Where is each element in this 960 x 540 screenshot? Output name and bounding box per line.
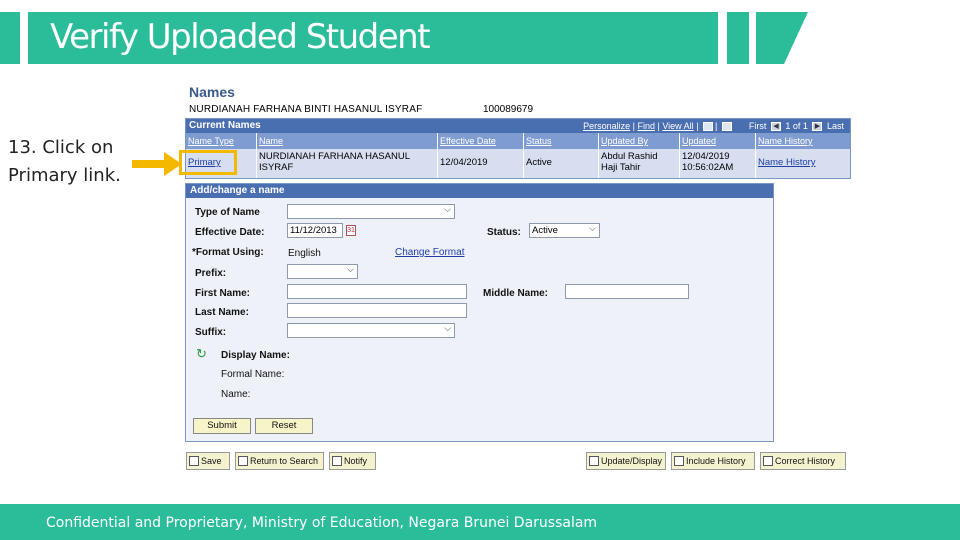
page-title: Names	[189, 84, 235, 100]
current-names-grid: Current Names Personalize | Find | View …	[185, 118, 851, 179]
col-name[interactable]: Name	[257, 133, 438, 149]
prefix-label: Prefix:	[195, 268, 227, 279]
effective-date-label: Effective Date:	[195, 227, 265, 238]
name-label: Name:	[221, 389, 251, 400]
change-format-link[interactable]: Change Format	[395, 247, 464, 258]
col-updated[interactable]: Updated	[680, 133, 756, 149]
correct-history-icon	[763, 455, 773, 466]
instruction-line: Primary link.	[8, 165, 121, 186]
update-icon	[589, 455, 599, 466]
type-of-name-select[interactable]	[287, 203, 455, 219]
update-display-button[interactable]: Update/Display	[586, 452, 666, 470]
cell-updated-by: Abdul Rashid Haji Tahir	[599, 149, 680, 178]
notify-icon	[332, 455, 342, 466]
history-icon	[674, 455, 684, 466]
cell-updated-by-line: Abdul Rashid	[601, 151, 658, 162]
calendar-icon[interactable]: 31	[346, 225, 356, 236]
save-label: Save	[201, 456, 222, 466]
formal-name-label: Formal Name:	[221, 369, 285, 380]
pointer-arrow-icon	[132, 160, 166, 168]
grid-header-row: Name Type Name Effective Date Status Upd…	[186, 133, 850, 149]
cell-updated: 12/04/2019 10:56:02AM	[680, 149, 756, 178]
add-change-name-panel: Add/change a name	[185, 183, 774, 442]
primary-link-highlight	[179, 150, 237, 175]
save-button[interactable]: Save	[186, 452, 230, 470]
col-name-history[interactable]: Name History	[756, 133, 850, 149]
cell-name: NURDIANAH FARHANA HASANUL ISYRAF	[257, 149, 438, 178]
reset-button[interactable]: Reset	[255, 418, 313, 434]
table-row: Primary NURDIANAH FARHANA HASANUL ISYRAF…	[186, 149, 850, 178]
col-effective-date[interactable]: Effective Date	[438, 133, 524, 149]
correct-history-button[interactable]: Correct History	[760, 452, 846, 470]
col-status[interactable]: Status	[524, 133, 599, 149]
search-icon	[238, 455, 248, 466]
cell-name-line: NURDIANAH FARHANA HASANUL	[259, 151, 410, 162]
include-history-button[interactable]: Include History	[671, 452, 755, 470]
find-link[interactable]: Find	[637, 121, 655, 131]
instruction-text: 13. Click on Primary link.	[8, 134, 121, 190]
header-triangle-decoration	[784, 12, 808, 64]
spreadsheet-icon[interactable]	[721, 122, 732, 132]
cell-status: Active	[524, 149, 599, 178]
panel-title: Add/change a name	[186, 184, 773, 198]
effective-date-input[interactable]: 11/12/2013	[287, 223, 343, 238]
submit-button[interactable]: Submit	[193, 418, 251, 434]
format-using-label: *Format Using:	[192, 247, 264, 258]
personalize-link[interactable]: Personalize	[583, 121, 630, 131]
previous-arrow-icon[interactable]: ◀	[770, 122, 781, 132]
last-name-input[interactable]	[287, 303, 467, 318]
include-history-label: Include History	[686, 456, 746, 466]
header-accent-bar	[0, 12, 20, 64]
pagination-text: 1 of 1	[785, 121, 808, 131]
footer-text: Confidential and Proprietary, Ministry o…	[46, 515, 598, 531]
first-name-label: First Name:	[195, 288, 251, 299]
type-of-name-label: Type of Name	[195, 207, 260, 218]
download-icon[interactable]	[703, 122, 714, 132]
person-id: 100089679	[483, 104, 534, 115]
name-history-link[interactable]: Name History	[756, 149, 850, 178]
next-arrow-icon[interactable]: ▶	[812, 122, 823, 132]
cell-updated-line: 12/04/2019	[682, 151, 730, 162]
last-name-label: Last Name:	[195, 307, 249, 318]
col-updated-by[interactable]: Updated By	[599, 133, 680, 149]
suffix-label: Suffix:	[195, 327, 227, 338]
save-icon	[189, 455, 199, 466]
update-display-label: Update/Display	[601, 456, 663, 466]
header-tab-decoration	[756, 12, 784, 64]
return-to-search-button[interactable]: Return to Search	[235, 452, 324, 470]
suffix-select[interactable]	[287, 322, 455, 338]
format-using-value: English	[288, 248, 321, 259]
instruction-line: 13. Click on	[8, 137, 114, 158]
grid-title-bar: Current Names Personalize | Find | View …	[186, 119, 850, 133]
first-link[interactable]: First	[749, 121, 767, 131]
grid-title: Current Names	[189, 120, 261, 131]
cell-updated-by-line: Haji Tahir	[601, 162, 641, 173]
slide-title: Verify Uploaded Student	[50, 17, 431, 57]
display-name-label: Display Name:	[221, 350, 290, 361]
middle-name-label: Middle Name:	[483, 288, 549, 299]
middle-name-input[interactable]	[565, 284, 689, 299]
return-to-search-label: Return to Search	[250, 456, 319, 466]
person-name: NURDIANAH FARHANA BINTI HASANUL ISYRAF	[189, 104, 423, 115]
last-link[interactable]: Last	[827, 121, 844, 131]
prefix-select[interactable]	[287, 263, 358, 279]
grid-tools: Personalize | Find | View All | | First …	[583, 121, 844, 132]
cell-name-line: ISYRAF	[259, 162, 294, 173]
notify-button[interactable]: Notify	[329, 452, 376, 470]
first-name-input[interactable]	[287, 284, 467, 299]
notify-label: Notify	[344, 456, 368, 466]
status-label: Status:	[487, 227, 521, 238]
view-all-link[interactable]: View All	[662, 121, 693, 131]
refresh-icon[interactable]: ↻	[196, 347, 207, 360]
header-tab-decoration	[727, 12, 749, 64]
col-name-type[interactable]: Name Type	[186, 133, 257, 149]
cell-updated-line: 10:56:02AM	[682, 162, 734, 173]
correct-history-label: Correct History	[775, 456, 836, 466]
status-select[interactable]: Active	[529, 222, 600, 238]
cell-effective-date: 12/04/2019	[438, 149, 524, 178]
